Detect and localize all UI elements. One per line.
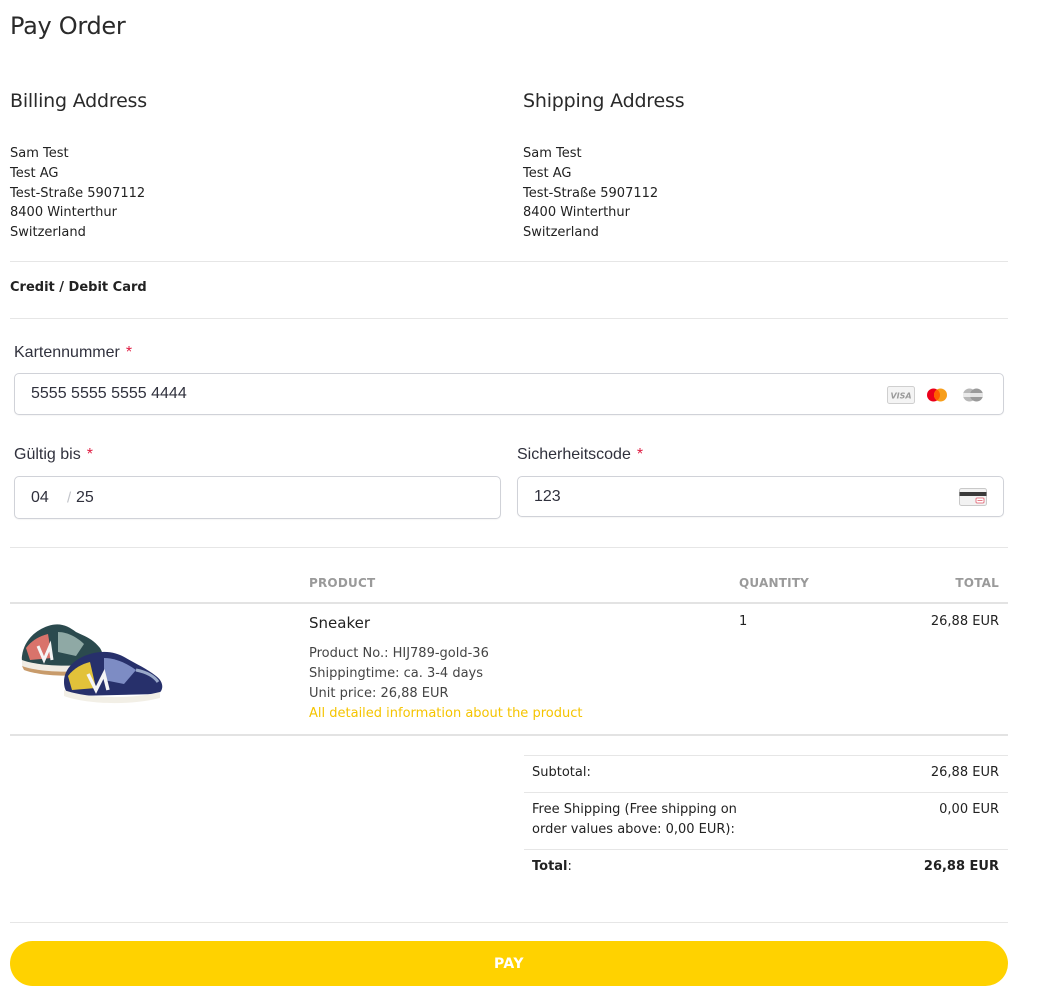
product-image: [18, 618, 168, 708]
billing-address: Sam Test Test AG Test-Straße 5907112 840…: [10, 144, 145, 243]
card-cvc-icon: [959, 488, 987, 510]
product-unit-price: Unit price: 26,88 EUR: [309, 686, 449, 701]
divider: [10, 922, 1008, 923]
svg-text:VISA: VISA: [890, 392, 911, 401]
summary-divider: [524, 849, 1008, 850]
card-number-input[interactable]: 5555 5555 5555 4444 VISA: [14, 373, 1004, 415]
table-header-divider: [10, 602, 1008, 604]
expiry-separator: /: [67, 489, 72, 506]
shipping-address-heading: Shipping Address: [523, 90, 685, 112]
product-number: Product No.: HIJ789-gold-36: [309, 646, 489, 661]
total-value: 26,88 EUR: [923, 859, 999, 874]
expiry-label: Gültig bis *: [14, 446, 93, 464]
cvc-input[interactable]: 123: [517, 476, 1004, 517]
shipping-cost-label-line2: order values above: 0,00 EUR):: [532, 822, 735, 837]
total-label: Total:: [532, 857, 572, 877]
product-quantity: 1: [739, 614, 748, 629]
product-shipping-time: Shippingtime: ca. 3-4 days: [309, 666, 484, 681]
summary-divider: [524, 792, 1008, 793]
expiry-label-text: Gültig bis: [14, 446, 81, 463]
subtotal-label: Subtotal:: [532, 765, 591, 780]
total-label-colon: :: [567, 859, 572, 874]
shipping-address: Sam Test Test AG Test-Straße 5907112 840…: [523, 144, 658, 243]
billing-country: Switzerland: [10, 225, 86, 241]
shipping-street: Test-Straße 5907112: [523, 185, 659, 201]
divider: [10, 261, 1008, 262]
billing-city: 8400 Winterthur: [10, 205, 117, 221]
column-header-total: TOTAL: [955, 576, 999, 590]
card-number-value: 5555 5555 5555 4444: [31, 385, 187, 402]
column-header-quantity: QUANTITY: [739, 576, 810, 590]
payment-method-label: Credit / Debit Card: [10, 280, 147, 295]
shipping-country: Switzerland: [523, 225, 599, 241]
column-header-product: PRODUCT: [309, 576, 376, 590]
shipping-company: Test AG: [523, 165, 572, 181]
product-name: Sneaker: [309, 614, 370, 632]
product-details-link[interactable]: All detailed information about the produ…: [309, 706, 582, 721]
shipping-cost-label-line1: Free Shipping (Free shipping on: [532, 802, 737, 817]
maestro-icon: [959, 386, 987, 408]
card-number-label: Kartennummer *: [14, 344, 132, 362]
billing-address-heading: Billing Address: [10, 90, 147, 112]
shipping-name: Sam Test: [523, 146, 582, 161]
table-footer-divider: [10, 734, 1008, 736]
cvc-label: Sicherheitscode *: [517, 446, 643, 464]
expiry-year[interactable]: 25: [76, 489, 94, 507]
card-number-label-text: Kartennummer: [14, 344, 120, 361]
billing-street: Test-Straße 5907112: [10, 185, 146, 201]
required-marker: *: [86, 446, 93, 463]
shipping-city: 8400 Winterthur: [523, 205, 630, 221]
divider: [10, 547, 1008, 548]
visa-icon: VISA: [887, 386, 915, 408]
expiry-month[interactable]: 04: [31, 489, 49, 507]
shipping-cost-label: Free Shipping (Free shipping on order va…: [532, 800, 737, 840]
required-marker: *: [125, 344, 133, 361]
required-marker: *: [636, 446, 644, 463]
expiry-input[interactable]: 04 / 25: [14, 476, 501, 519]
cvc-label-text: Sicherheitscode: [517, 446, 631, 463]
summary-divider: [524, 755, 1008, 756]
total-label-text: Total: [532, 859, 568, 874]
subtotal-value: 26,88 EUR: [930, 765, 999, 780]
billing-name: Sam Test: [10, 146, 69, 161]
divider: [10, 318, 1008, 319]
shipping-cost-value: 0,00 EUR: [939, 802, 999, 817]
mastercard-icon: [923, 386, 951, 408]
product-total: 26,88 EUR: [930, 614, 999, 629]
pay-button[interactable]: PAY: [10, 941, 1008, 986]
billing-company: Test AG: [10, 165, 59, 181]
page-title: Pay Order: [10, 12, 126, 40]
cvc-value: 123: [534, 487, 561, 505]
